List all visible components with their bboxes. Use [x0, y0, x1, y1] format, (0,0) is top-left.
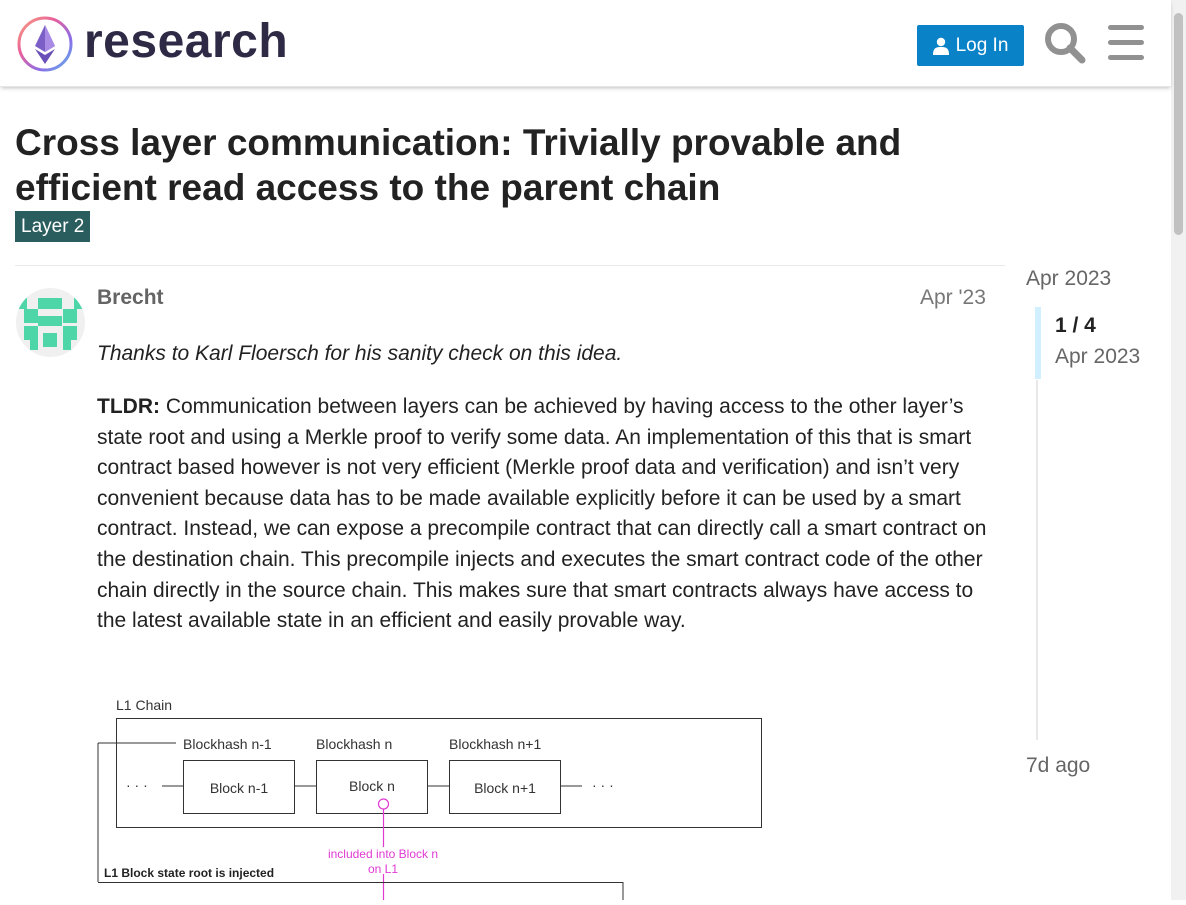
included-note: on L1 [368, 862, 398, 876]
post-date[interactable]: Apr '23 [920, 286, 986, 310]
user-icon [932, 37, 949, 55]
login-button[interactable]: Log In [917, 25, 1024, 66]
timeline-end-date[interactable]: 7d ago [1026, 754, 1090, 778]
topic-title[interactable]: Cross layer communication: Trivially pro… [15, 120, 975, 210]
inclusion-marker [377, 798, 390, 810]
tldr-label: TLDR: [97, 395, 160, 418]
timeline-start-date[interactable]: Apr 2023 [1026, 267, 1111, 291]
state-root-label: L1 Block state root is injected [104, 866, 274, 880]
post-author[interactable]: Brecht [97, 286, 164, 310]
avatar[interactable] [16, 288, 85, 357]
chain-ellipsis: · · · [126, 777, 148, 793]
blockhash-label: Blockhash n+1 [449, 736, 541, 752]
block-label: Block n+1 [474, 780, 536, 796]
menu-button[interactable] [1104, 21, 1148, 65]
hamburger-menu-icon [1108, 25, 1144, 60]
login-label: Log In [955, 34, 1009, 56]
research-logo-icon[interactable] [16, 15, 74, 73]
site-brand[interactable]: research [84, 14, 288, 70]
post-body: TLDR: Communication between layers can b… [97, 392, 992, 637]
search-button[interactable] [1043, 21, 1087, 65]
site-header: research Log In [0, 0, 1171, 87]
tldr-text: Communication between layers can be achi… [97, 395, 987, 633]
included-note: included into Block n [328, 847, 438, 861]
timeline-handle[interactable] [1035, 307, 1041, 379]
blockhash-label: Blockhash n [316, 736, 392, 752]
timeline-position-date: Apr 2023 [1055, 345, 1141, 368]
scrollbar-thumb[interactable] [1174, 13, 1183, 235]
l1-chain-diagram[interactable]: L1 Chain Blockhash n-1 Blockhash n Block… [96, 692, 776, 900]
timeline-track[interactable] [1036, 380, 1038, 740]
post-thanks-note: Thanks to Karl Floersch for his sanity c… [97, 342, 623, 365]
block-label: Block n [349, 778, 395, 794]
search-icon [1045, 23, 1086, 64]
timeline-position: 1 / 4 [1055, 314, 1096, 337]
chain-ellipsis: · · · [592, 777, 614, 793]
category-badge[interactable]: Layer 2 [15, 211, 91, 242]
divider [15, 265, 1005, 266]
block-label: Block n-1 [210, 780, 269, 796]
l1-chain-label: L1 Chain [116, 697, 172, 713]
blockhash-label: Blockhash n-1 [183, 736, 272, 752]
